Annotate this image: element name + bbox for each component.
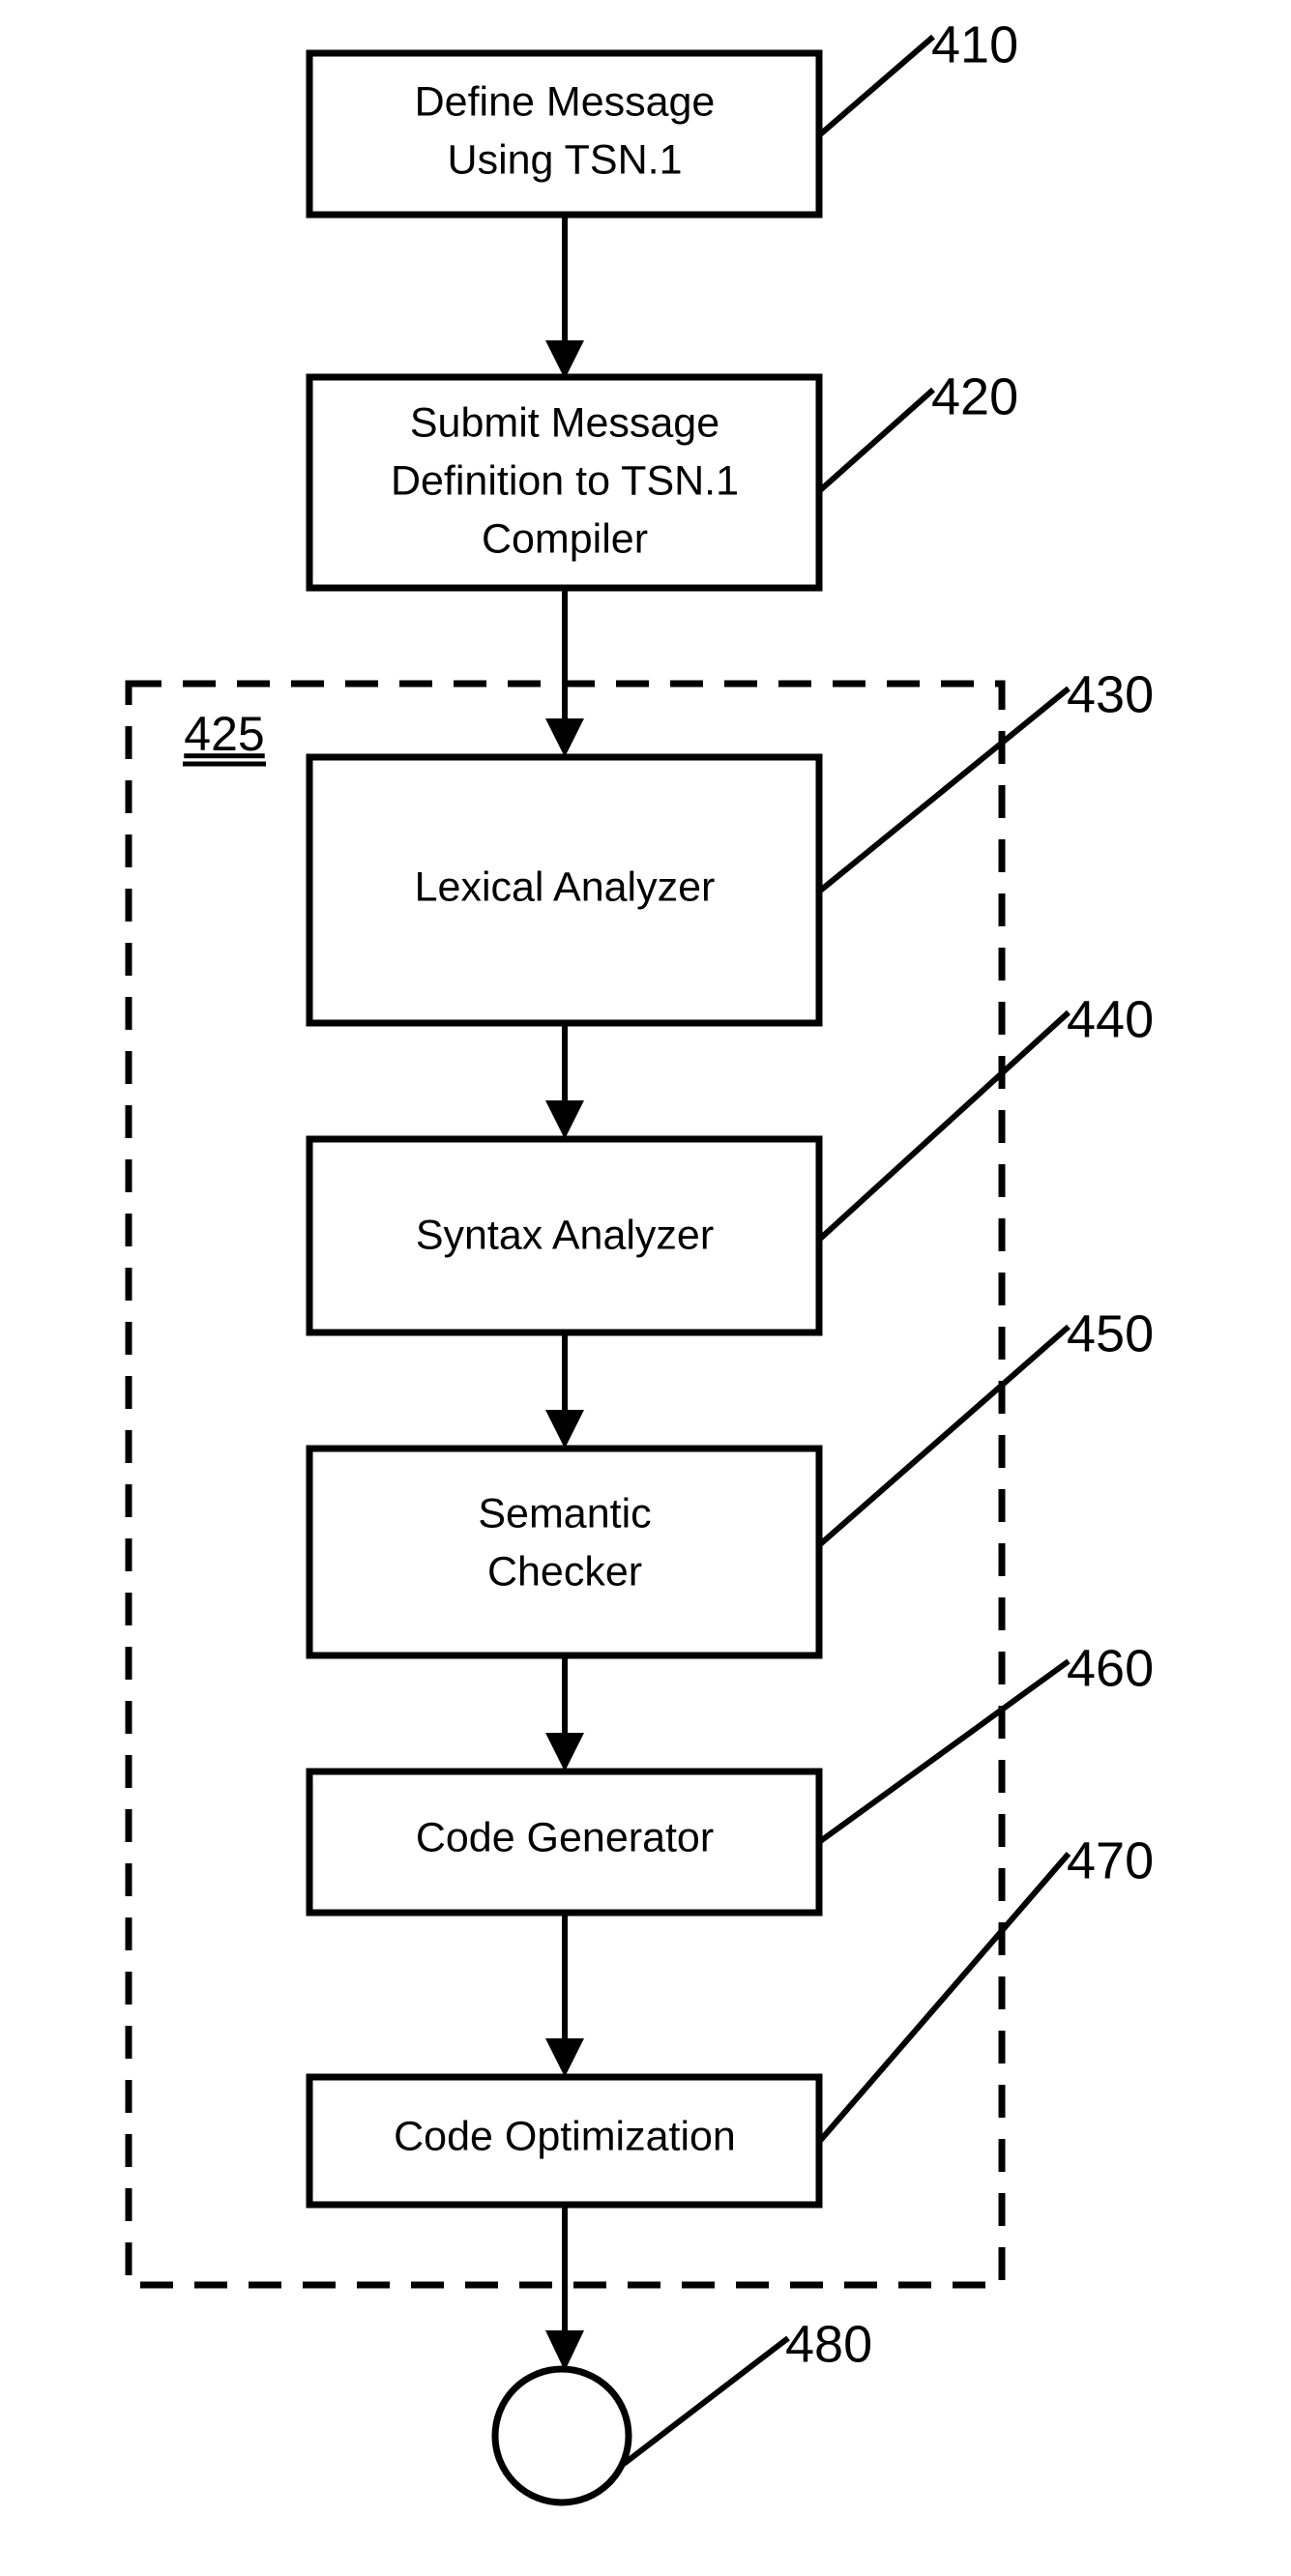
reference-numeral-410: 410 xyxy=(931,15,1018,73)
process-box-define-message[interactable] xyxy=(306,49,823,219)
patent-figure-canvas: Define Message Using TSN.1 410 Submit Me… xyxy=(0,0,1291,2576)
leader-line-460 xyxy=(817,1658,1071,1845)
arrowhead-440-to-450 xyxy=(545,1410,584,1449)
arrowhead-410-to-420 xyxy=(545,340,584,379)
process-box-submit-message-line1: Submit Message xyxy=(410,399,719,446)
process-box-code-optimization-label: Code Optimization xyxy=(394,2113,736,2159)
arrowhead-460-to-470 xyxy=(545,2038,584,2077)
leader-line-470 xyxy=(816,1852,1071,2144)
arrowhead-420-to-430 xyxy=(545,718,584,757)
process-box-lexical-analyzer-label: Lexical Analyzer xyxy=(415,864,716,910)
reference-numeral-425: 425 xyxy=(184,707,264,761)
leader-line-430 xyxy=(817,686,1071,894)
reference-numeral-450: 450 xyxy=(1067,1304,1154,1362)
reference-numeral-460: 460 xyxy=(1067,1639,1154,1697)
flowchart-svg: Define Message Using TSN.1 410 Submit Me… xyxy=(125,15,1154,2506)
process-box-semantic-checker-line2: Checker xyxy=(487,1548,642,1595)
reference-numeral-430: 430 xyxy=(1067,665,1154,723)
reference-numeral-440: 440 xyxy=(1067,990,1154,1048)
reference-numeral-480: 480 xyxy=(785,2315,872,2373)
process-box-syntax-analyzer-label: Syntax Analyzer xyxy=(416,1212,714,1258)
leader-line-410 xyxy=(817,34,935,138)
process-box-define-message-line1: Define Message xyxy=(415,78,716,125)
reference-numeral-420: 420 xyxy=(931,367,1018,425)
leader-line-450 xyxy=(817,1324,1071,1548)
leader-line-480 xyxy=(622,2335,790,2467)
leader-line-420 xyxy=(817,387,935,494)
arrowhead-470-to-480 xyxy=(545,2330,584,2371)
arrowhead-450-to-460 xyxy=(545,1733,584,1771)
process-box-submit-message-line3: Compiler xyxy=(482,515,648,562)
process-box-define-message-line2: Using TSN.1 xyxy=(448,136,683,183)
terminator-circle-end[interactable] xyxy=(491,2365,632,2506)
leader-line-440 xyxy=(816,1010,1071,1243)
process-box-submit-message-line2: Definition to TSN.1 xyxy=(391,457,739,504)
reference-numeral-470: 470 xyxy=(1067,1831,1154,1889)
process-box-code-generator-label: Code Generator xyxy=(416,1814,714,1860)
process-box-semantic-checker-line1: Semantic xyxy=(478,1490,651,1537)
arrowhead-430-to-440 xyxy=(545,1100,584,1139)
